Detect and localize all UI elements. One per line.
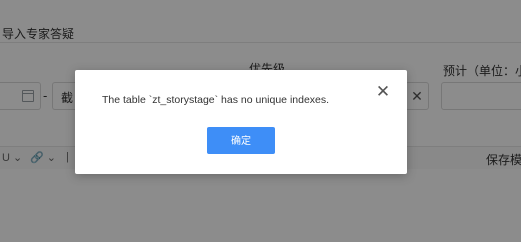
confirm-button[interactable]: 确定 (207, 127, 275, 154)
close-icon[interactable]: ✕ (375, 83, 391, 100)
alert-dialog: The table `zt_storystage` has no unique … (75, 70, 407, 174)
dialog-message: The table `zt_storystage` has no unique … (102, 94, 330, 106)
